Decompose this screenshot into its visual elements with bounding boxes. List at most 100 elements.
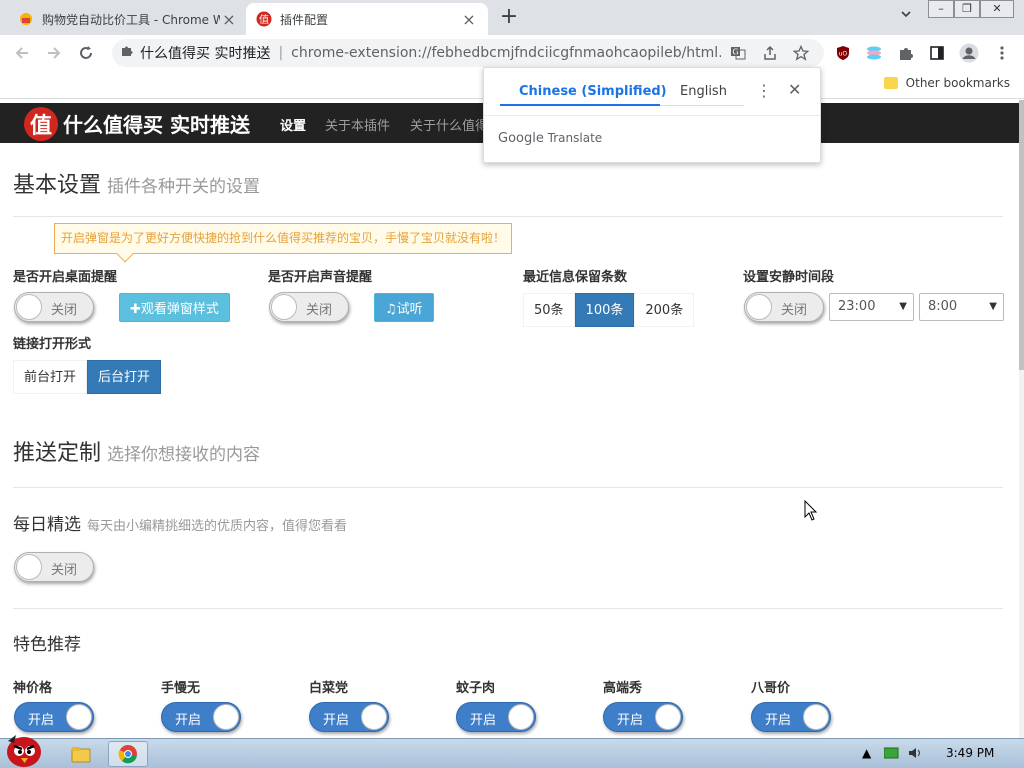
start-button-icon[interactable] [2, 731, 46, 768]
chrome-menu-icon[interactable] [992, 43, 1012, 63]
tab-search-icon[interactable] [896, 8, 916, 28]
svg-text:值: 值 [259, 13, 269, 26]
more-options-icon[interactable]: ⋮ [756, 81, 772, 100]
reload-icon[interactable] [74, 41, 98, 65]
featured-label: 白菜党 [309, 681, 349, 696]
listen-button[interactable]: ♫试听 [374, 293, 434, 322]
featured-toggle[interactable]: 开启 [14, 702, 94, 732]
keep-200-option[interactable]: 200条 [634, 293, 695, 327]
toggle-state: 关闭 [51, 303, 78, 318]
ublock-icon[interactable]: uO [833, 43, 853, 63]
toggle-state: 开启 [765, 713, 792, 728]
side-panel-icon[interactable] [927, 43, 947, 63]
google-brand: Google [498, 131, 544, 146]
featured-label: 手慢无 [161, 681, 201, 696]
toggle-knob [361, 704, 387, 730]
close-icon[interactable]: ✕ [788, 80, 801, 99]
new-tab-icon[interactable]: + [497, 6, 521, 30]
featured-label: 高端秀 [603, 681, 643, 696]
push-custom-title: 推送定制 选择你想接收的内容 [13, 435, 260, 467]
sound-reminder-label: 是否开启声音提醒 [268, 270, 373, 285]
extension-flag-icon[interactable] [864, 43, 884, 63]
extensions-icon[interactable] [896, 43, 916, 63]
toggle-state: 关闭 [306, 303, 333, 318]
featured-toggle[interactable]: 开启 [751, 702, 831, 732]
featured-toggle[interactable]: 开启 [603, 702, 683, 732]
featured-toggle[interactable]: 开启 [456, 702, 536, 732]
site-logo[interactable]: 值 [24, 107, 58, 141]
translate-popup: Chinese (Simplified) English ⋮ ✕ Google … [483, 67, 821, 163]
forward-icon[interactable] [42, 41, 66, 65]
divider [13, 216, 1003, 217]
quiet-period-toggle[interactable]: 关闭 [744, 292, 824, 322]
desktop-reminder-toggle[interactable]: 关闭 [14, 292, 94, 322]
file-explorer-icon[interactable] [64, 741, 98, 767]
quiet-end-select[interactable]: 8:00 ▼ [919, 293, 1004, 321]
mouse-cursor-icon [804, 499, 818, 526]
divider [13, 608, 1003, 609]
back-icon[interactable] [10, 41, 34, 65]
sound-reminder-toggle[interactable]: 关闭 [269, 292, 349, 322]
open-background-option[interactable]: 后台打开 [87, 360, 162, 394]
toggle-knob [508, 704, 534, 730]
tray-expand-icon[interactable]: ▲ [862, 746, 871, 760]
keep-50-option[interactable]: 50条 [523, 293, 575, 327]
lang-chinese-simplified[interactable]: Chinese (Simplified) [519, 84, 667, 99]
link-open-label: 链接打开形式 [13, 337, 92, 352]
nav-about-smzdm[interactable]: 关于什么值得 [410, 115, 488, 134]
taskbar-clock[interactable]: 3:49 PM [946, 746, 994, 760]
share-icon[interactable] [760, 43, 780, 63]
shopping-favicon-icon [18, 11, 34, 27]
chrome-taskbar-icon[interactable] [108, 741, 148, 767]
restore-icon[interactable]: ❐ [954, 0, 980, 18]
keep-100-option[interactable]: 100条 [574, 293, 635, 327]
featured-toggle[interactable]: 开启 [309, 702, 389, 732]
minimize-icon[interactable]: – [928, 0, 954, 18]
chevron-down-icon: ▼ [899, 301, 907, 312]
quiet-start-select[interactable]: 23:00 ▼ [829, 293, 914, 321]
nav-settings[interactable]: 设置 [280, 115, 306, 134]
push-custom-subtitle: 选择你想接收的内容 [107, 445, 261, 465]
volume-icon[interactable] [908, 747, 924, 762]
tab-price-compare[interactable]: 购物党自动比价工具 - Chrome W × [8, 3, 248, 35]
taskbar: ▲ 3:49 PM [0, 735, 1024, 768]
page-scrollbar[interactable] [1019, 100, 1024, 738]
close-tab-icon[interactable]: × [220, 10, 238, 29]
extension-puzzle-icon [120, 44, 134, 62]
basic-settings-heading: 基本设置 [13, 173, 102, 198]
quiet-period-label: 设置安静时间段 [743, 270, 835, 285]
toggle-state: 开启 [28, 713, 55, 728]
site-brand[interactable]: 什么值得买 实时推送 [63, 109, 250, 138]
popup-tip: 开启弹窗是为了更好方便快捷的抢到什么值得买推荐的宝贝，手慢了宝贝就没有啦！ [54, 223, 513, 254]
nav-about-plugin[interactable]: 关于本插件 [325, 115, 390, 134]
daily-picks-toggle[interactable]: 关闭 [14, 552, 94, 582]
url-text: chrome-extension://febhedbcmjfndciicgfnm… [291, 45, 722, 61]
toggle-knob [16, 554, 42, 580]
network-icon[interactable] [883, 747, 900, 762]
basic-settings-subtitle: 插件各种开关的设置 [107, 177, 261, 197]
bookmark-star-icon[interactable] [791, 43, 811, 63]
other-bookmarks-label: Other bookmarks [905, 76, 1010, 90]
divider [484, 115, 820, 116]
daily-picks-title: 每日精选 每天由小编精挑细选的优质内容，值得您看看 [13, 510, 347, 535]
lang-english[interactable]: English [680, 84, 727, 99]
tab-strip: 购物党自动比价工具 - Chrome W × 值 插件配置 × + – ❐ ✕ [0, 0, 1024, 35]
close-window-icon[interactable]: ✕ [980, 0, 1014, 18]
address-bar[interactable]: 什么值得买 实时推送 | chrome-extension://febhedbc… [112, 39, 824, 67]
open-foreground-option[interactable]: 前台打开 [13, 360, 88, 394]
toggle-knob [66, 704, 92, 730]
link-open-selector: 前台打开 后台打开 [13, 360, 162, 394]
chevron-down-icon: ▼ [989, 301, 997, 312]
tab-title: 购物党自动比价工具 - Chrome W [42, 12, 220, 27]
featured-toggle[interactable]: 开启 [161, 702, 241, 732]
featured-label: 蚊子肉 [456, 681, 496, 696]
profile-avatar-icon[interactable] [959, 43, 979, 63]
scrollbar-thumb[interactable] [1019, 100, 1024, 370]
other-bookmarks[interactable]: Other bookmarks [883, 76, 1010, 90]
tab-plugin-config[interactable]: 值 插件配置 × [246, 3, 488, 35]
keep-count-label: 最近信息保留条数 [523, 270, 628, 285]
preview-popup-button[interactable]: ✚观看弹窗样式 [119, 293, 230, 322]
toggle-state: 关闭 [51, 563, 78, 578]
translate-icon[interactable]: G [728, 43, 748, 63]
close-tab-icon[interactable]: × [460, 10, 478, 29]
